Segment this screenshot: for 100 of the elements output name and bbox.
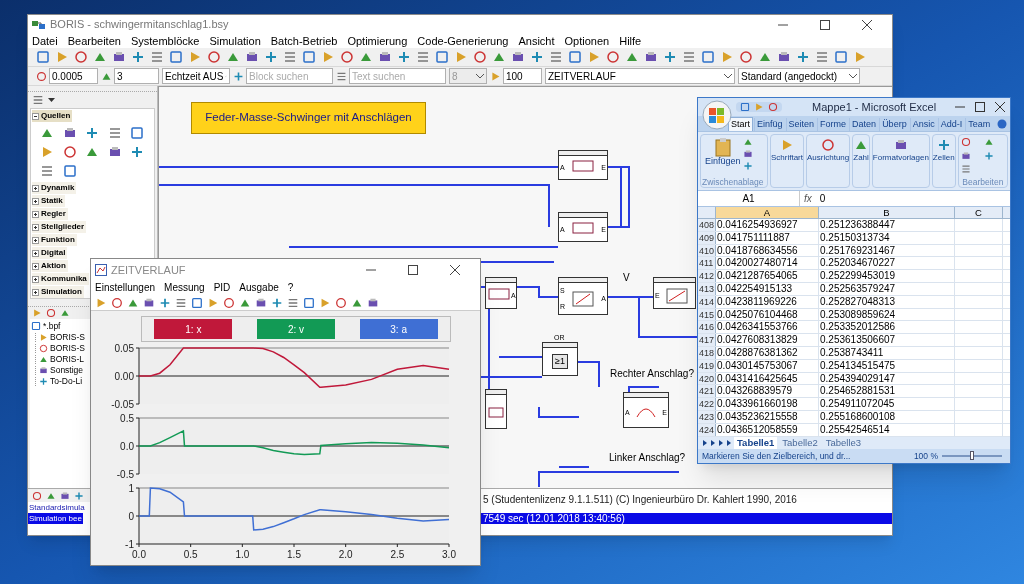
toolbar-icon[interactable] [742,137,753,147]
legend-button[interactable]: 1: x [154,319,233,339]
log-entry[interactable]: Simulation bee [28,513,83,524]
row-header[interactable]: 417 [698,334,716,346]
search-field[interactable]: Block suchen [246,68,333,84]
toolbar-icon[interactable] [367,296,379,309]
toolbar-icon[interactable] [159,296,171,309]
search-field[interactable]: Text suchen [349,68,446,84]
toolbar-icon[interactable] [549,50,563,64]
toolbar-icon[interactable] [983,150,994,161]
toolbar-icon[interactable] [207,50,221,64]
toolbar-icon[interactable] [36,70,47,82]
palette-section[interactable]: Kommunika [32,273,89,285]
toolbar-icon[interactable] [821,138,836,152]
row-header[interactable]: 408 [698,219,716,231]
function-block[interactable]: ≥1 [542,342,578,376]
expand-icon[interactable] [32,210,39,218]
expand-icon[interactable] [32,223,39,231]
toolbar-icon[interactable] [530,50,544,64]
menu-item[interactable]: PID [213,283,231,293]
maximize-icon[interactable] [408,265,418,275]
toolbar-icon[interactable] [742,161,753,171]
menu-item[interactable]: Ansicht [518,35,555,47]
sheet-tab[interactable]: Tabelle1 [734,437,778,449]
toolbar-icon[interactable] [893,138,908,152]
toolbar-icon[interactable] [39,377,48,386]
menu-item[interactable]: Batch-Betrieb [270,35,338,47]
toolbar-icon[interactable] [62,164,77,178]
ribbon-group-button[interactable]: Zellen [931,134,956,188]
menu-item[interactable]: Optionen [564,35,610,47]
close-icon[interactable] [450,265,460,275]
toolbar-icon[interactable] [107,145,122,159]
column-header[interactable]: C [955,207,1003,218]
palette-section[interactable]: Digital [32,247,68,259]
toolbar-icon[interactable] [336,70,347,82]
toolbar-icon[interactable] [568,50,582,64]
log-entry[interactable]: 7549 sec (12.01.2018 13:40:56) [481,513,892,524]
dropdown[interactable]: ZEITVERLAUF [545,68,735,84]
expand-icon[interactable] [32,288,39,296]
tree-item[interactable]: BORIS-L [50,355,84,364]
toolbar-icon[interactable] [175,296,187,309]
toolbar-icon[interactable] [40,164,54,178]
expand-icon[interactable] [32,184,39,192]
expand-icon[interactable] [32,249,39,257]
toolbar-icon[interactable] [777,50,791,64]
legend-button[interactable]: 2: v [257,319,335,339]
menu-item[interactable]: Datei [32,35,58,47]
toolbar-icon[interactable] [606,50,620,64]
menu-item[interactable]: Hilfe [619,35,642,47]
sheet-tab[interactable]: Tabelle3 [822,437,865,449]
toolbar-icon[interactable] [245,50,259,64]
row-header[interactable]: 411 [698,257,716,270]
toolbar-icon[interactable] [663,50,677,64]
expand-icon[interactable] [32,262,39,270]
toolbar-icon[interactable] [130,126,145,140]
toolbar-icon[interactable] [742,149,753,159]
toolbar-icon[interactable] [36,50,50,64]
menu-item[interactable]: Ausgabe [239,283,279,293]
tree-item[interactable]: BORIS-S [50,344,85,353]
toolbar-icon[interactable] [283,50,297,64]
tree-item[interactable]: To-Do-Li [50,377,83,386]
toolbar-icon[interactable] [983,137,994,147]
toolbar-icon[interactable] [32,490,42,501]
menu-item[interactable]: Simulation [209,35,261,47]
toolbar-icon[interactable] [511,50,525,64]
toolbar-icon[interactable] [960,150,971,161]
palette-section[interactable]: Dynamik [32,182,77,194]
palette-section[interactable]: Funktion [32,234,77,246]
toolbar-icon[interactable] [303,296,315,309]
column-header[interactable]: A [716,207,819,218]
toolbar-icon[interactable] [62,126,77,140]
toolbar-icon[interactable] [271,296,283,309]
toolbar-icon[interactable] [223,296,235,309]
toolbar-icon[interactable] [264,50,278,64]
toolbar-icon[interactable] [682,50,696,64]
menu-item[interactable]: Systemblöcke [130,35,200,47]
toolbar-icon[interactable] [60,490,70,501]
toolbar-icon[interactable] [287,296,299,309]
toolbar-icon[interactable] [85,126,100,140]
toolbar-icon[interactable] [340,50,354,64]
toolbar-icon[interactable] [960,137,971,147]
dropdown[interactable]: Echtzeit AUS [162,68,230,84]
maximize-icon[interactable] [820,19,830,30]
maximize-icon[interactable] [975,102,985,112]
toolbar-icon[interactable] [233,70,244,82]
toolbar-icon[interactable] [815,50,829,64]
toolbar-icon[interactable] [107,126,122,140]
toolbar-icon[interactable] [416,50,430,64]
toolbar-icon[interactable] [32,94,44,106]
log-entry[interactable]: Standardsimula [28,502,86,513]
input-field[interactable]: 100 [503,68,542,84]
toolbar-icon[interactable] [191,296,203,309]
ribbon-group-button[interactable]: Zahl [852,134,870,188]
toolbar-icon[interactable] [302,50,316,64]
toolbar-icon[interactable] [701,50,715,64]
toolbar-icon[interactable] [435,50,449,64]
toolbar-icon[interactable] [169,50,183,64]
toolbar-icon[interactable] [111,296,123,309]
toolbar-icon[interactable] [62,145,77,159]
menu-item[interactable]: Einstellungen [95,283,156,293]
